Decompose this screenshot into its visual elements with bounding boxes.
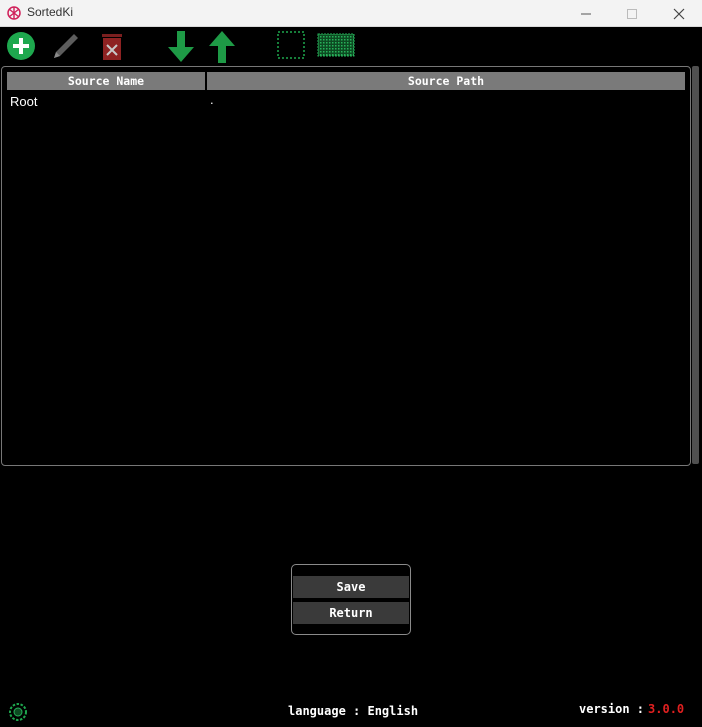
close-button[interactable]: [656, 0, 702, 27]
minimize-icon: [581, 13, 591, 15]
window-title: SortedKi: [27, 5, 74, 19]
app-logo-icon: [7, 6, 21, 20]
move-up-button[interactable]: [206, 30, 238, 63]
column-header-source-path[interactable]: Source Path: [207, 72, 685, 90]
action-button-group: [291, 564, 411, 635]
deselect-all-button[interactable]: [276, 30, 306, 62]
language-indicator[interactable]: language : English: [288, 704, 418, 718]
column-header-source-name[interactable]: Source Name: [7, 72, 205, 90]
maximize-button[interactable]: [609, 0, 655, 27]
deselect-all-icon: [277, 31, 305, 59]
delete-icon: [102, 34, 122, 60]
edit-pencil-icon: [54, 34, 78, 58]
return-button[interactable]: Return: [293, 602, 409, 624]
source-table: [1, 66, 691, 466]
move-up-icon: [209, 31, 235, 63]
add-button[interactable]: [5, 30, 37, 62]
maximize-icon: [627, 9, 637, 19]
title-bar: SortedKi: [0, 0, 702, 27]
move-down-button[interactable]: [165, 30, 197, 62]
version-number: 3.0.0: [648, 702, 685, 716]
minimize-button[interactable]: [563, 0, 609, 27]
table-row-path[interactable]: .: [210, 92, 214, 107]
delete-button[interactable]: [96, 30, 128, 62]
table-row-name[interactable]: Root: [10, 94, 37, 109]
settings-gear-icon[interactable]: [8, 702, 28, 722]
add-icon: [7, 32, 35, 60]
select-all-icon: [317, 33, 355, 57]
move-down-icon: [168, 31, 194, 62]
save-button[interactable]: Save: [293, 576, 409, 598]
close-icon: [673, 8, 685, 20]
version-label: version :: [579, 702, 645, 716]
select-all-button[interactable]: [317, 30, 355, 62]
version-indicator: version :3.0.0: [579, 702, 684, 716]
table-scrollbar[interactable]: [692, 66, 699, 464]
edit-button[interactable]: [50, 30, 82, 62]
